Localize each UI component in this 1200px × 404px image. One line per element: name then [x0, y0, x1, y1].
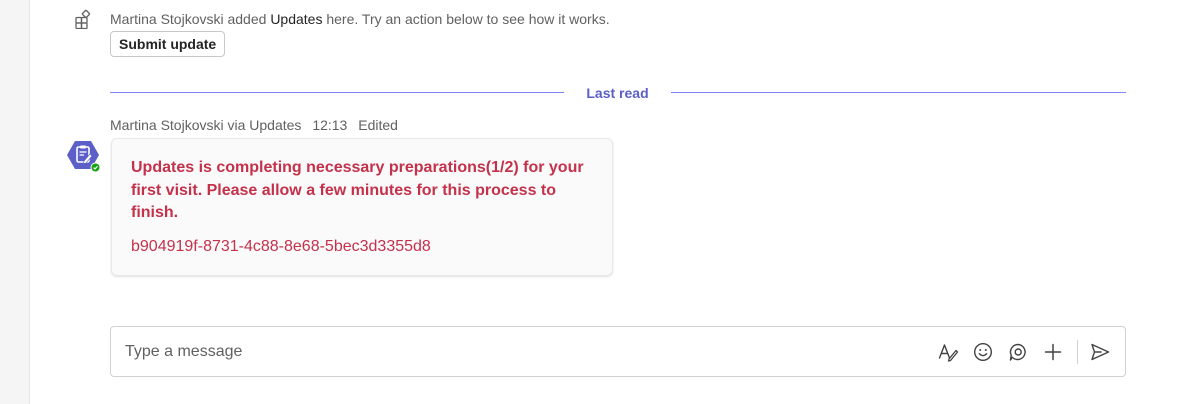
message-edited-status: Edited [358, 117, 398, 133]
updates-app-icon [67, 141, 101, 173]
emoji-icon[interactable] [971, 340, 995, 364]
last-read-line-left [110, 92, 564, 93]
send-icon[interactable] [1088, 340, 1112, 364]
system-message-app-name: Updates [270, 11, 323, 27]
message-input[interactable] [125, 339, 905, 365]
card-request-id: b904919f-8731-4c88-8e68-5bec3d3355d8 [131, 238, 431, 255]
message-time: 12:13 [312, 117, 348, 133]
submit-update-button[interactable]: Submit update [110, 31, 226, 57]
bot-avatar[interactable] [65, 139, 103, 175]
system-message-user: Martina Stojkovski [110, 11, 224, 27]
message-card: Updates is completing necessary preparat… [111, 138, 613, 276]
message-composer [110, 326, 1126, 377]
format-icon[interactable] [936, 340, 960, 364]
message-sender: Martina Stojkovski via Updates [110, 117, 302, 133]
apps-icon [74, 9, 94, 30]
last-read-line-right [671, 92, 1126, 93]
system-message-rest: here. Try an action below to see how it … [326, 11, 610, 27]
system-message-text: Martina Stojkovski added Updates here. T… [110, 11, 610, 27]
toolbar-separator [1077, 340, 1078, 364]
system-message-added: added [227, 11, 267, 27]
plus-icon[interactable] [1041, 340, 1065, 364]
loop-icon[interactable] [1006, 340, 1030, 364]
message-header: Martina Stojkovski via Updates 12:13 Edi… [110, 117, 405, 133]
card-status-text: Updates is completing necessary preparat… [131, 159, 584, 221]
teams-chat-screen: Martina Stojkovski added Updates here. T… [0, 0, 1200, 404]
last-read-label: Last read [586, 85, 649, 101]
